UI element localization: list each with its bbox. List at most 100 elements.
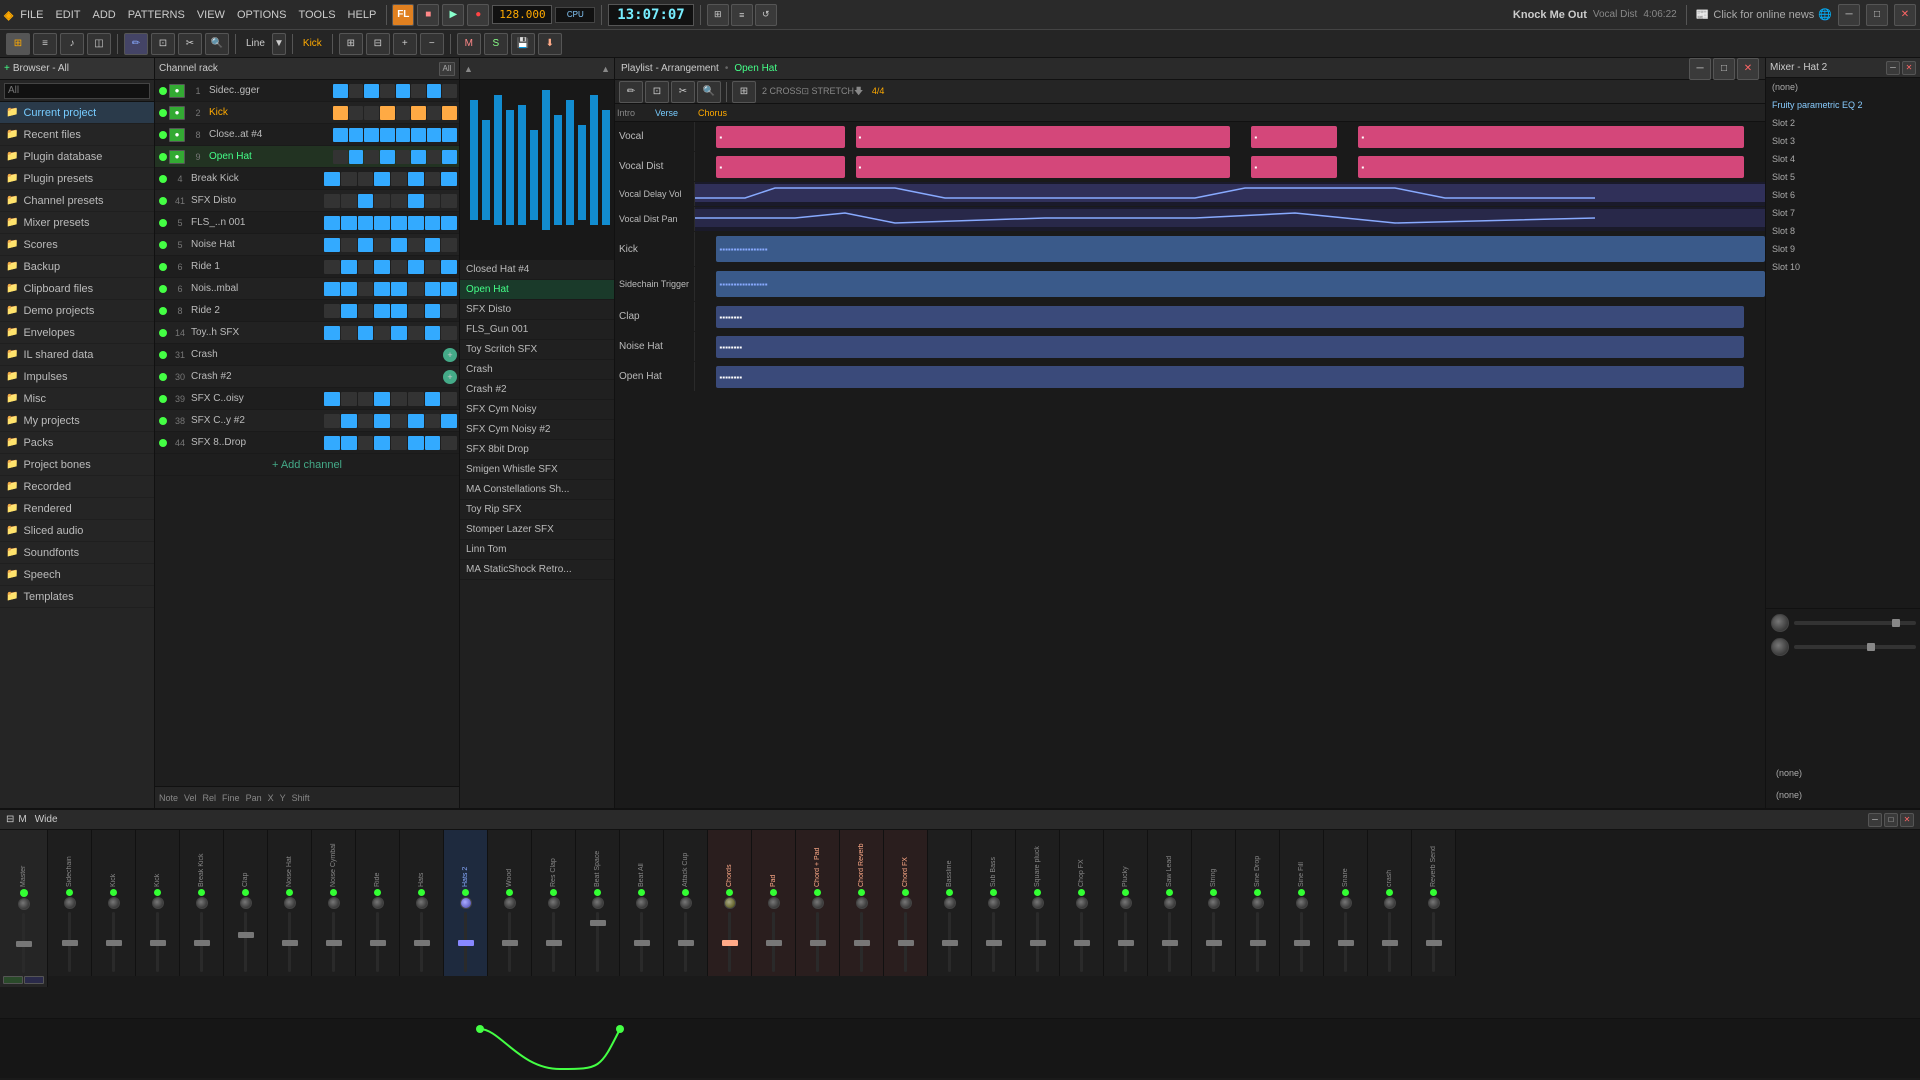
sp-knob[interactable]: [1032, 897, 1044, 909]
sf-fader-h[interactable]: [1294, 940, 1310, 946]
step[interactable]: [425, 194, 441, 208]
sidebar-item-packs[interactable]: 📁 Packs: [0, 432, 154, 454]
automation-clip-2[interactable]: [695, 209, 1765, 227]
step[interactable]: [358, 172, 374, 186]
news-button[interactable]: 📰 Click for online news 🌐: [1696, 8, 1832, 21]
step[interactable]: [374, 238, 390, 252]
playlist-close[interactable]: ✕: [1737, 58, 1759, 80]
step[interactable]: [358, 194, 374, 208]
step[interactable]: [391, 304, 407, 318]
clip[interactable]: ▪▪▪▪▪▪▪▪: [716, 366, 1743, 388]
step[interactable]: [391, 238, 407, 252]
sidebar-item-soundfonts[interactable]: 📁 Soundfonts: [0, 542, 154, 564]
menu-options[interactable]: OPTIONS: [232, 7, 292, 23]
step[interactable]: [324, 194, 340, 208]
step[interactable]: [358, 392, 374, 406]
step[interactable]: [358, 304, 374, 318]
step[interactable]: [380, 84, 395, 98]
send-knob-1[interactable]: [1771, 614, 1789, 632]
menu-add[interactable]: ADD: [88, 7, 121, 23]
step[interactable]: [374, 392, 390, 406]
pad-fader-h[interactable]: [766, 940, 782, 946]
inst-item-5[interactable]: Crash: [460, 360, 614, 380]
rs-fader-h[interactable]: [1426, 940, 1442, 946]
clip[interactable]: ▪▪▪▪▪▪▪▪: [716, 306, 1743, 328]
nh-knob[interactable]: [284, 897, 296, 909]
clip[interactable]: ▪: [1251, 126, 1337, 148]
menu-help[interactable]: HELP: [343, 7, 382, 23]
step[interactable]: [441, 304, 457, 318]
step[interactable]: [391, 326, 407, 340]
send-fader-handle[interactable]: [1892, 619, 1900, 627]
step[interactable]: [374, 194, 390, 208]
bk-knob[interactable]: [196, 897, 208, 909]
ch-knob[interactable]: [724, 897, 736, 909]
sidebar-item-misc[interactable]: 📁 Misc: [0, 388, 154, 410]
st-fader-h[interactable]: [1206, 940, 1222, 946]
step[interactable]: [341, 414, 357, 428]
inst-item-1[interactable]: Open Hat: [460, 280, 614, 300]
k1-knob[interactable]: [108, 897, 120, 909]
step[interactable]: [324, 414, 340, 428]
step[interactable]: [341, 392, 357, 406]
step[interactable]: [425, 436, 441, 450]
sidebar-item-impulses[interactable]: 📁 Impulses: [0, 366, 154, 388]
logo-btn[interactable]: FL: [392, 4, 414, 26]
step[interactable]: [391, 392, 407, 406]
step[interactable]: [358, 282, 374, 296]
sf-knob[interactable]: [1296, 897, 1308, 909]
step[interactable]: [374, 436, 390, 450]
mixer-minimize[interactable]: ─: [1886, 61, 1900, 75]
fx-item-slot3[interactable]: Slot 3: [1766, 132, 1920, 150]
wo-knob[interactable]: [504, 897, 516, 909]
cfx2-knob[interactable]: [1076, 897, 1088, 909]
send-fader-handle-2[interactable]: [1867, 643, 1875, 651]
pad-knob[interactable]: [768, 897, 780, 909]
step[interactable]: [408, 414, 424, 428]
clip[interactable]: ▪▪▪▪▪▪▪▪▪▪▪▪▪▪▪▪▪: [716, 236, 1765, 262]
step[interactable]: [441, 392, 457, 406]
cr2-fader-h[interactable]: [1382, 940, 1398, 946]
menu-patterns[interactable]: PATTERNS: [123, 7, 190, 23]
ha2-knob[interactable]: [460, 897, 472, 909]
ha2-fader-h[interactable]: [458, 940, 474, 946]
step[interactable]: [411, 150, 426, 164]
mixer-panel-close[interactable]: ✕: [1900, 813, 1914, 827]
ch-mute-kick[interactable]: ●: [169, 106, 185, 120]
fx-item-slot2[interactable]: Slot 2: [1766, 114, 1920, 132]
clip[interactable]: ▪: [716, 156, 844, 178]
sp-fader-h[interactable]: [1030, 940, 1046, 946]
sd-knob[interactable]: [1252, 897, 1264, 909]
master-knob[interactable]: [18, 898, 30, 910]
step[interactable]: [391, 282, 407, 296]
step[interactable]: [441, 282, 457, 296]
step[interactable]: [349, 128, 364, 142]
step[interactable]: [408, 436, 424, 450]
step[interactable]: [324, 326, 340, 340]
sn-fader-h[interactable]: [1338, 940, 1354, 946]
fx-item-slot6[interactable]: Slot 6: [1766, 186, 1920, 204]
fx-item-eq2[interactable]: Fruity parametric EQ 2: [1766, 96, 1920, 114]
step[interactable]: [380, 106, 395, 120]
menu-view[interactable]: VIEW: [192, 7, 230, 23]
step[interactable]: [374, 414, 390, 428]
inst-item-14[interactable]: Linn Tom: [460, 540, 614, 560]
sidebar-item-channel-presets[interactable]: 📁 Channel presets: [0, 190, 154, 212]
bs-knob[interactable]: [592, 897, 604, 909]
bpm-display[interactable]: 128.000: [492, 5, 552, 24]
close-btn[interactable]: ✕: [1894, 4, 1916, 26]
ha-knob[interactable]: [416, 897, 428, 909]
step[interactable]: [425, 392, 441, 406]
sn-knob[interactable]: [1340, 897, 1352, 909]
step[interactable]: [441, 194, 457, 208]
step[interactable]: [411, 84, 426, 98]
step[interactable]: [442, 84, 457, 98]
step[interactable]: [425, 414, 441, 428]
cfx-knob[interactable]: [900, 897, 912, 909]
step[interactable]: [408, 238, 424, 252]
menu-edit[interactable]: EDIT: [50, 7, 85, 23]
clip[interactable]: ▪: [716, 126, 844, 148]
step[interactable]: [396, 128, 411, 142]
play-btn[interactable]: ▶: [442, 4, 464, 26]
sidebar-item-rendered[interactable]: 📁 Rendered: [0, 498, 154, 520]
